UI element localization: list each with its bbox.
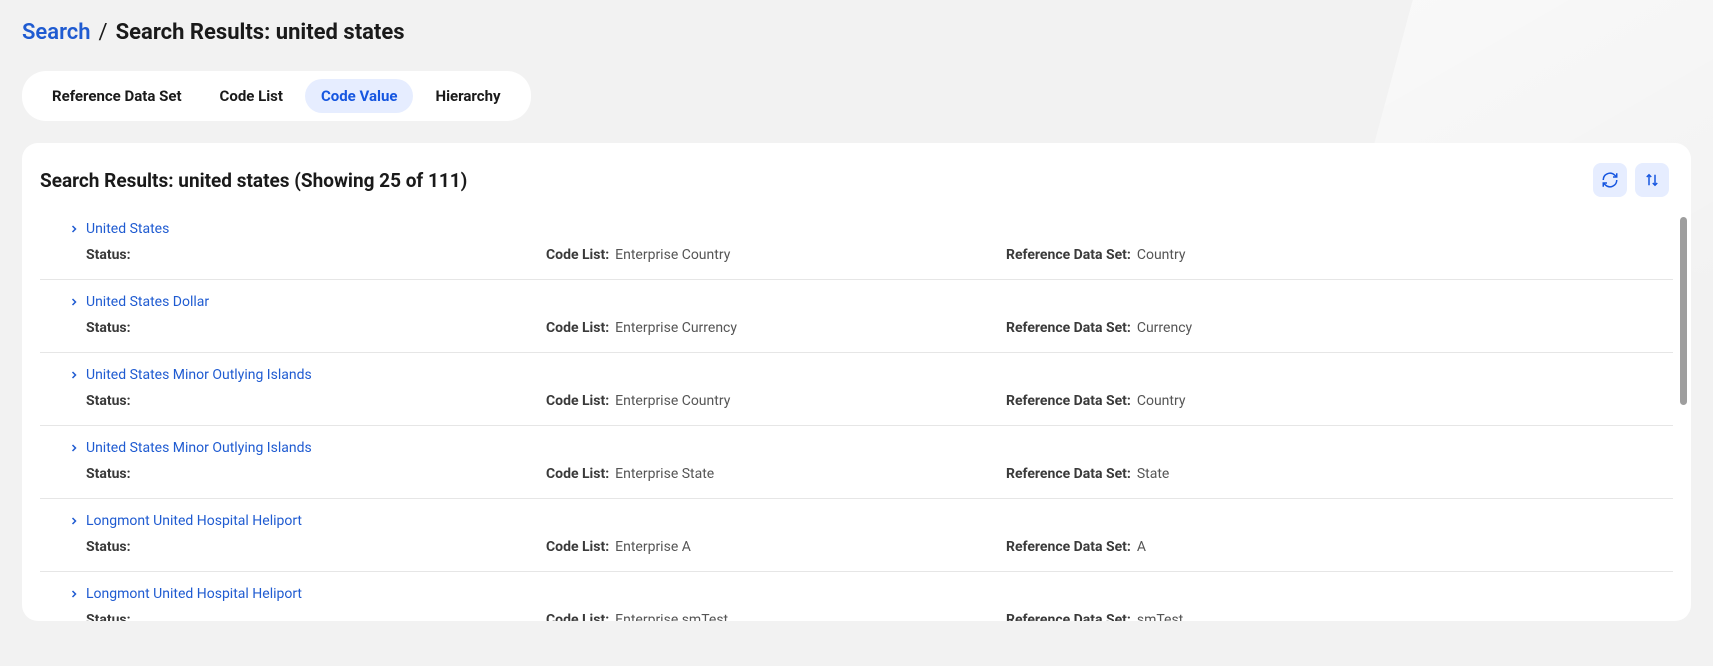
result-row: United States Minor Outlying Islands Sta… (40, 426, 1673, 499)
result-row: United States Dollar Status: Code List: E… (40, 280, 1673, 353)
breadcrumb-current: Search Results: united states (116, 20, 405, 45)
result-link[interactable]: United States (86, 221, 169, 237)
refdataset-label: Reference Data Set: (1006, 539, 1131, 555)
refdataset-label: Reference Data Set: (1006, 393, 1131, 409)
result-link[interactable]: Longmont United Hospital Heliport (86, 513, 302, 529)
refdataset-value: Country (1137, 247, 1186, 263)
result-expand-toggle[interactable]: United States Dollar (68, 294, 1673, 310)
refdataset-label: Reference Data Set: (1006, 247, 1131, 263)
sort-button[interactable] (1635, 163, 1669, 197)
result-expand-toggle[interactable]: United States Minor Outlying Islands (68, 367, 1673, 383)
refdataset-value: A (1137, 539, 1146, 555)
codelist-value: Enterprise Country (615, 247, 730, 263)
result-row: Longmont United Hospital Heliport Status… (40, 499, 1673, 572)
results-panel: Search Results: united states (Showing 2… (22, 143, 1691, 621)
result-expand-toggle[interactable]: United States (68, 221, 1673, 237)
refresh-icon (1601, 171, 1619, 189)
tab-code-list[interactable]: Code List (204, 79, 299, 113)
codelist-label: Code List: (546, 247, 609, 263)
panel-title: Search Results: united states (Showing 2… (40, 169, 467, 192)
result-link[interactable]: United States Minor Outlying Islands (86, 440, 312, 456)
chevron-right-icon (68, 442, 80, 454)
result-expand-toggle[interactable]: Longmont United Hospital Heliport (68, 586, 1673, 602)
chevron-right-icon (68, 296, 80, 308)
chevron-right-icon (68, 588, 80, 600)
results-list: United States Status: Code List: Enterpri… (22, 215, 1691, 621)
panel-actions (1593, 163, 1669, 197)
refdataset-value: State (1137, 466, 1170, 482)
codelist-label: Code List: (546, 466, 609, 482)
sort-icon (1643, 171, 1661, 189)
result-expand-toggle[interactable]: Longmont United Hospital Heliport (68, 513, 1673, 529)
tab-reference-data-set[interactable]: Reference Data Set (36, 79, 198, 113)
codelist-value: Enterprise A (615, 539, 691, 555)
breadcrumb: Search / Search Results: united states (22, 20, 1691, 45)
breadcrumb-separator: / (99, 20, 108, 45)
tab-bar: Reference Data Set Code List Code Value … (22, 71, 531, 121)
result-row: United States Status: Code List: Enterpri… (40, 215, 1673, 280)
chevron-right-icon (68, 515, 80, 527)
status-label: Status: (86, 247, 131, 263)
codelist-value: Enterprise State (615, 466, 714, 482)
result-row: Longmont United Hospital Heliport Status… (40, 572, 1673, 621)
result-link[interactable]: United States Dollar (86, 294, 209, 310)
scrollbar-thumb[interactable] (1680, 217, 1687, 405)
refdataset-value: Country (1137, 393, 1186, 409)
status-label: Status: (86, 466, 131, 482)
chevron-right-icon (68, 369, 80, 381)
codelist-value: Enterprise Currency (615, 320, 737, 336)
codelist-value: Enterprise Country (615, 393, 730, 409)
refdataset-value: smTest (1137, 612, 1183, 621)
codelist-label: Code List: (546, 612, 609, 621)
status-label: Status: (86, 612, 131, 621)
result-link[interactable]: United States Minor Outlying Islands (86, 367, 312, 383)
tab-code-value[interactable]: Code Value (305, 79, 414, 113)
refdataset-value: Currency (1137, 320, 1192, 336)
tab-hierarchy[interactable]: Hierarchy (419, 79, 516, 113)
result-row: United States Minor Outlying Islands Sta… (40, 353, 1673, 426)
codelist-value: Enterprise smTest (615, 612, 728, 621)
status-label: Status: (86, 393, 131, 409)
refdataset-label: Reference Data Set: (1006, 320, 1131, 336)
refdataset-label: Reference Data Set: (1006, 612, 1131, 621)
refdataset-label: Reference Data Set: (1006, 466, 1131, 482)
status-label: Status: (86, 320, 131, 336)
codelist-label: Code List: (546, 393, 609, 409)
chevron-right-icon (68, 223, 80, 235)
result-link[interactable]: Longmont United Hospital Heliport (86, 586, 302, 602)
status-label: Status: (86, 539, 131, 555)
result-expand-toggle[interactable]: United States Minor Outlying Islands (68, 440, 1673, 456)
codelist-label: Code List: (546, 539, 609, 555)
refresh-button[interactable] (1593, 163, 1627, 197)
codelist-label: Code List: (546, 320, 609, 336)
breadcrumb-root-link[interactable]: Search (22, 20, 91, 45)
